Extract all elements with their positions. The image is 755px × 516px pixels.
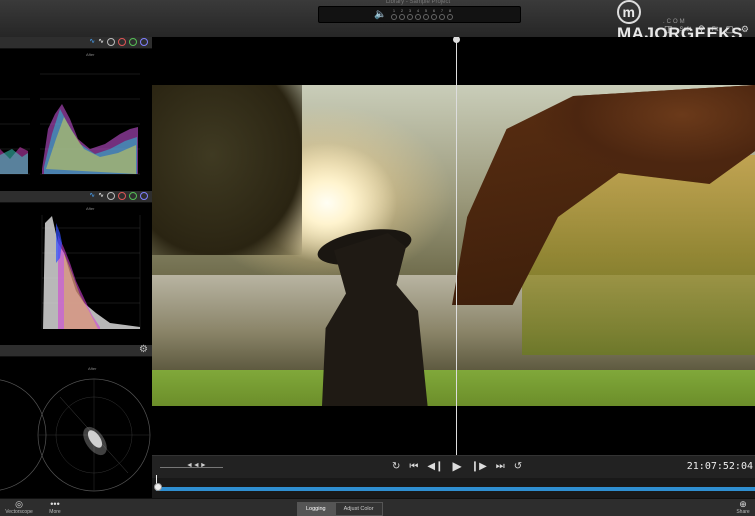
meter-channel-dot <box>423 14 429 20</box>
meter-channel: 8 <box>447 8 453 20</box>
play-icon[interactable]: ▶ <box>452 459 461 473</box>
tab-adjust-color[interactable]: Adjust Color <box>334 502 383 516</box>
vectorscope-settings-icon[interactable]: ⚙ <box>139 344 148 355</box>
histogram-header: ∿ ∿ <box>0 191 152 203</box>
loop-icon[interactable]: ↻ <box>392 461 400 472</box>
histogram-luma-channel-icon[interactable] <box>107 192 115 200</box>
waveform-scope <box>0 73 140 175</box>
audio-meter[interactable]: 🔈 12345678 <box>318 6 521 23</box>
waveform-luma-icon[interactable]: ∿ <box>98 38 104 46</box>
meter-channel: 3 <box>407 8 413 20</box>
playback-controls: ↻ ⏮ ◀❙ ▶ ❙▶ ⏭ ↺ <box>392 459 522 473</box>
meter-channel: 6 <box>431 8 437 20</box>
playhead[interactable] <box>154 483 162 491</box>
video-viewer[interactable] <box>152 37 755 455</box>
meter-channel: 1 <box>391 8 397 20</box>
vectorscope-icon: ◎ <box>15 499 23 509</box>
bottom-bar: ◎ Vectorscope ••• More Logging Adjust Co… <box>0 498 755 516</box>
share-icon: ⊕ <box>739 499 747 509</box>
watermark-sub: .COM <box>663 19 687 25</box>
meter-channel-dot <box>415 14 421 20</box>
repeat-icon[interactable]: ↺ <box>514 461 522 472</box>
meter-channel-dot <box>407 14 413 20</box>
histogram-scope <box>41 215 141 329</box>
speaker-icon[interactable]: 🔈 <box>374 9 386 20</box>
histogram-red-channel-icon[interactable] <box>118 192 126 200</box>
red-channel-icon[interactable] <box>118 38 126 46</box>
vectorscope <box>0 378 151 492</box>
vectorscope-tab[interactable]: ◎ Vectorscope <box>5 499 33 516</box>
meter-channel-dot <box>391 14 397 20</box>
timecode-display: 21:07:52:04 <box>686 461 753 472</box>
meter-channel-dot <box>431 14 437 20</box>
meter-channels: 12345678 <box>391 8 453 20</box>
more-icon: ••• <box>50 499 60 509</box>
meter-channel: 2 <box>399 8 405 20</box>
go-to-end-icon[interactable]: ⏭ <box>496 461 505 472</box>
histogram-blue-channel-icon[interactable] <box>140 192 148 200</box>
go-to-start-icon[interactable]: ⏮ <box>409 461 418 472</box>
share-tab[interactable]: ⊕ Share <box>734 499 752 516</box>
split-divider-handle[interactable] <box>453 37 460 43</box>
meter-channel: 4 <box>415 8 421 20</box>
mode-segmented-control: Logging Adjust Color <box>297 502 383 516</box>
split-view-divider[interactable] <box>456 37 457 455</box>
tab-logging[interactable]: Logging <box>297 502 335 516</box>
more-tab[interactable]: ••• More <box>46 499 64 516</box>
green-channel-icon[interactable] <box>129 38 137 46</box>
timeline-scrubber[interactable] <box>152 475 755 498</box>
video-frame-image <box>152 85 755 406</box>
timeline-track[interactable] <box>156 487 755 491</box>
histogram-rgb-icon[interactable]: ∿ <box>89 192 95 200</box>
meter-channel-dot <box>399 14 405 20</box>
step-forward-icon[interactable]: ❙▶ <box>471 461 487 472</box>
waveform-rgb-icon[interactable]: ∿ <box>89 38 95 46</box>
vectorscope-header: ⚙ <box>0 344 152 357</box>
meter-channel: 5 <box>423 8 429 20</box>
scopes-panel: ∿ ∿ After ∿ ∿ After ⚙ After <box>0 37 152 498</box>
volume-slider-knob[interactable]: ◄◄► <box>186 462 207 469</box>
meter-channel-dot <box>447 14 453 20</box>
window-title: Library - Sample Project <box>385 0 451 5</box>
top-toolbar: Library - Sample Project 🔈 12345678 ◫ Sp… <box>0 0 755 43</box>
meter-channel-dot <box>439 14 445 20</box>
histogram-green-channel-icon[interactable] <box>129 192 137 200</box>
blue-channel-icon[interactable] <box>140 38 148 46</box>
waveform-header: ∿ ∿ <box>0 37 152 49</box>
histogram-luma-icon[interactable]: ∿ <box>98 192 104 200</box>
step-back-icon[interactable]: ◀❙ <box>427 461 443 472</box>
transport-bar: ◄◄► ↻ ⏮ ◀❙ ▶ ❙▶ ⏭ ↺ 21:07:52:04 <box>152 455 755 479</box>
luma-channel-icon[interactable] <box>107 38 115 46</box>
meter-channel: 7 <box>439 8 445 20</box>
